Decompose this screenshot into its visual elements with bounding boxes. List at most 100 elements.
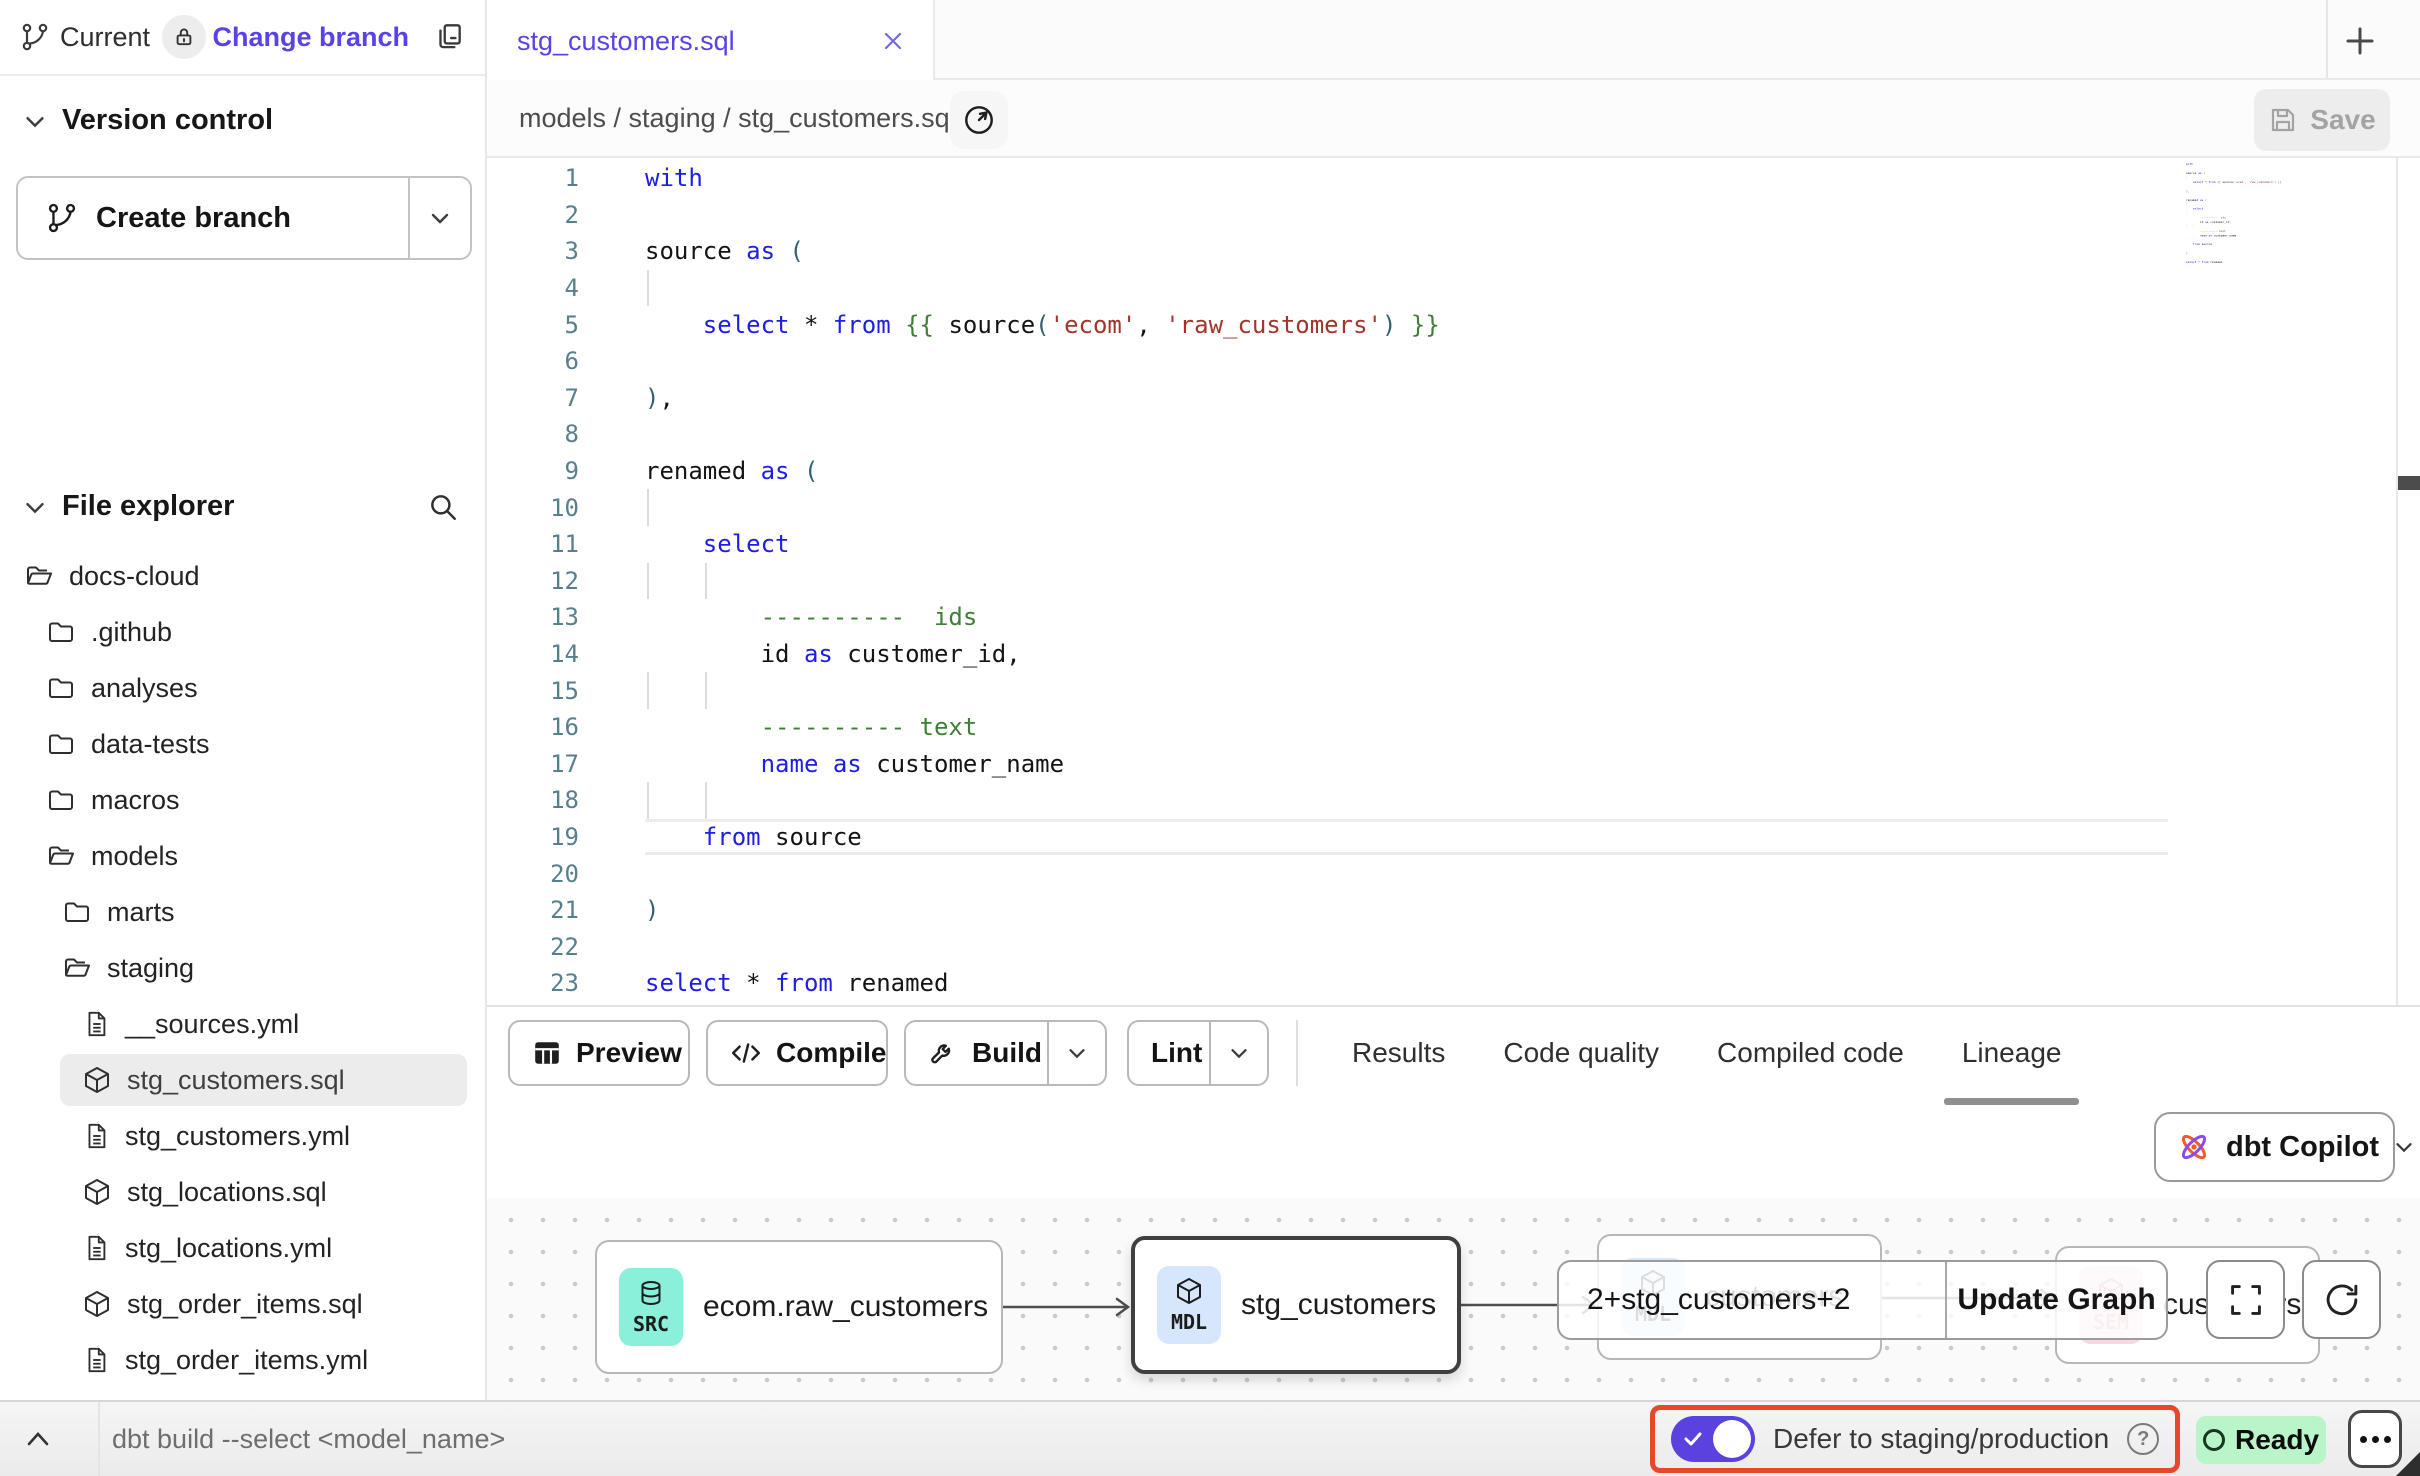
- line-number: 18: [487, 786, 595, 814]
- tree-item-label: stg_order_items.sql: [127, 1289, 363, 1320]
- command-input[interactable]: dbt build --select <model_name>: [112, 1402, 505, 1476]
- code-line-7[interactable]: 7),: [487, 380, 2420, 417]
- code-line-15[interactable]: 15: [487, 672, 2420, 709]
- indent-guide: [705, 782, 707, 819]
- build-dropdown[interactable]: [1047, 1022, 1105, 1084]
- fullscreen-button[interactable]: [2206, 1260, 2285, 1339]
- model-icon: [82, 1177, 112, 1207]
- code-line-23[interactable]: 23select * from renamed: [487, 965, 2420, 1002]
- tree-item-label: __sources.yml: [125, 1009, 299, 1040]
- tree-item-stg-customers-sql[interactable]: stg_customers.sql: [0, 1052, 485, 1108]
- new-tab-button[interactable]: [2343, 24, 2377, 58]
- tree-item-analyses[interactable]: analyses: [0, 660, 485, 716]
- tree-item-stg-order-items-sql[interactable]: stg_order_items.sql: [0, 1276, 485, 1332]
- line-number: 7: [487, 384, 595, 412]
- code-line-9[interactable]: 9renamed as (: [487, 453, 2420, 490]
- more-options-button[interactable]: [2348, 1410, 2402, 1468]
- refresh-icon[interactable]: [2302, 1260, 2381, 1339]
- lineage-selector-input[interactable]: 2+stg_customers+2: [1559, 1262, 1945, 1338]
- code-line-22[interactable]: 22: [487, 928, 2420, 965]
- line-number: 22: [487, 933, 595, 961]
- line-number: 10: [487, 494, 595, 522]
- tab-stg-customers-sql[interactable]: stg_customers.sql: [487, 0, 935, 82]
- code-line-17[interactable]: 17 name as customer_name: [487, 746, 2420, 783]
- tree-item-stg-locations-yml[interactable]: stg_locations.yml: [0, 1220, 485, 1276]
- help-icon[interactable]: ?: [2127, 1423, 2159, 1455]
- code-line-12[interactable]: 12: [487, 563, 2420, 600]
- tree-item-stg-locations-sql[interactable]: stg_locations.sql: [0, 1164, 485, 1220]
- line-number: 21: [487, 896, 595, 924]
- wrench-icon: [928, 1038, 958, 1068]
- code-line-21[interactable]: 21): [487, 892, 2420, 929]
- tree-item--github[interactable]: .github: [0, 604, 485, 660]
- tree-item-models[interactable]: models: [0, 828, 485, 884]
- lint-dropdown[interactable]: [1209, 1022, 1267, 1084]
- toolbar-separator: [1296, 1020, 1298, 1086]
- compile-button[interactable]: Compile: [706, 1020, 888, 1086]
- code-line-11[interactable]: 11 select: [487, 526, 2420, 563]
- bottom-panel: Preview Compile Build: [487, 1005, 2420, 1400]
- tree-item-stg-customers-yml[interactable]: stg_customers.yml: [0, 1108, 485, 1164]
- sidebar: Current Change branch Version control: [0, 0, 487, 1400]
- model-icon: [82, 1289, 112, 1319]
- create-branch-button[interactable]: Create branch: [16, 176, 472, 260]
- create-branch-main[interactable]: Create branch: [18, 178, 408, 258]
- change-branch-link[interactable]: Change branch: [212, 22, 409, 53]
- tree-item-docs-cloud[interactable]: docs-cloud: [0, 548, 485, 604]
- tab-compiled-code[interactable]: Compiled code: [1717, 1037, 1904, 1069]
- tree-item-stg-order-items-yml[interactable]: stg_order_items.yml: [0, 1332, 485, 1388]
- code-line-19[interactable]: 19 from source: [487, 819, 2420, 856]
- code-line-6[interactable]: 6: [487, 343, 2420, 380]
- dbt-copilot-button[interactable]: dbt Copilot: [2154, 1112, 2395, 1182]
- code-line-20[interactable]: 20: [487, 855, 2420, 892]
- tree-item-marts[interactable]: marts: [0, 884, 485, 940]
- line-number: 2: [487, 201, 595, 229]
- tab-code-quality[interactable]: Code quality: [1503, 1037, 1659, 1069]
- line-number: 20: [487, 860, 595, 888]
- update-graph-button[interactable]: Update Graph: [1945, 1262, 2166, 1338]
- preview-button[interactable]: Preview: [508, 1020, 690, 1086]
- lineage-canvas[interactable]: SRCecom.raw_customersMDLstg_customersMDL…: [487, 1198, 2420, 1402]
- lint-button[interactable]: Lint: [1127, 1020, 1269, 1086]
- tree-item-label: .github: [91, 617, 172, 648]
- save-button[interactable]: Save: [2254, 89, 2390, 151]
- active-tab-underline: [1944, 1098, 2080, 1105]
- code-line-1[interactable]: 1with: [487, 160, 2420, 197]
- tab-lineage[interactable]: Lineage: [1962, 1037, 2062, 1069]
- table-icon: [532, 1038, 562, 1068]
- lineage-node-ecom-raw-customers[interactable]: SRCecom.raw_customers: [595, 1240, 1003, 1374]
- code-editor[interactable]: 1with 2 3source as (45 select * from {{ so…: [487, 158, 2420, 1005]
- tree-item--sources-yml[interactable]: __sources.yml: [0, 996, 485, 1052]
- code-line-3[interactable]: 3source as (: [487, 233, 2420, 270]
- tree-item-staging[interactable]: staging: [0, 940, 485, 996]
- code-line-18[interactable]: 18: [487, 782, 2420, 819]
- defer-toggle[interactable]: [1671, 1416, 1755, 1462]
- search-icon[interactable]: [427, 491, 459, 523]
- code-line-5[interactable]: 5 select * from {{ source('ecom', 'raw_c…: [487, 306, 2420, 343]
- close-icon[interactable]: [879, 27, 907, 55]
- tree-item-macros[interactable]: macros: [0, 772, 485, 828]
- code-line-16[interactable]: 16 ---------- text: [487, 709, 2420, 746]
- tree-item-data-tests[interactable]: data-tests: [0, 716, 485, 772]
- gauge-button[interactable]: [950, 91, 1008, 149]
- collapse-panel-button[interactable]: [24, 1430, 52, 1448]
- code-line-14[interactable]: 14 id as customer_id,: [487, 636, 2420, 673]
- minimap[interactable]: withsource as ( select * from {{ source(…: [2180, 162, 2315, 276]
- copy-branch-icon[interactable]: [433, 21, 465, 53]
- tree-item-label: stg_order_items.yml: [125, 1345, 368, 1376]
- version-control-header[interactable]: Version control: [0, 104, 485, 137]
- file-explorer-header[interactable]: File explorer: [0, 490, 485, 523]
- code-line-13[interactable]: 13 ---------- ids: [487, 599, 2420, 636]
- line-number: 5: [487, 311, 595, 339]
- code-line-4[interactable]: 4: [487, 270, 2420, 307]
- code-line-2[interactable]: 2: [487, 197, 2420, 234]
- create-branch-dropdown[interactable]: [408, 178, 470, 258]
- tab-results[interactable]: Results: [1352, 1037, 1445, 1069]
- editor-scrollbar-thumb[interactable]: [2398, 476, 2420, 490]
- build-button[interactable]: Build: [904, 1020, 1107, 1086]
- code-line-8[interactable]: 8: [487, 416, 2420, 453]
- cube-icon: [1174, 1276, 1204, 1306]
- lineage-node-stg-customers[interactable]: MDLstg_customers: [1131, 1236, 1461, 1374]
- code-line-10[interactable]: 10: [487, 489, 2420, 526]
- line-number: 23: [487, 969, 595, 997]
